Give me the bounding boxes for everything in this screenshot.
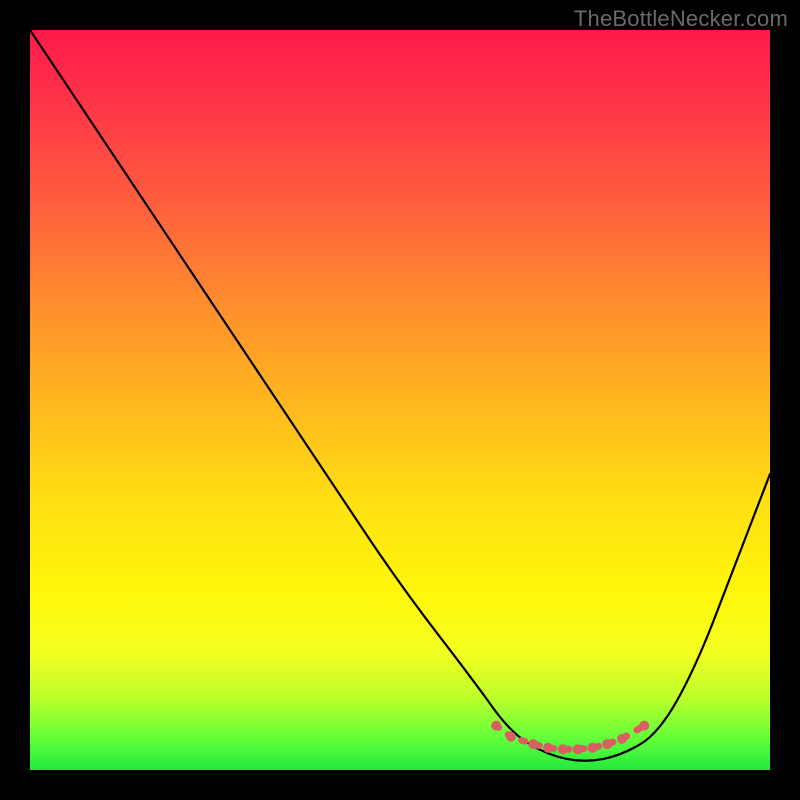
- trough-marker-dot: [639, 721, 649, 731]
- chart-frame: TheBottleNecker.com: [0, 0, 800, 800]
- trough-marker-dot: [528, 739, 538, 749]
- trough-marker-dot: [602, 739, 612, 749]
- trough-marker-dot: [573, 744, 583, 754]
- trough-marker-dot: [491, 721, 501, 731]
- trough-marker-dot: [617, 734, 627, 744]
- trough-marker-dot: [506, 732, 516, 742]
- plot-area: [30, 30, 770, 770]
- plot-svg: [30, 30, 770, 770]
- trough-marker-dot: [558, 744, 568, 754]
- trough-marker-dot: [587, 743, 597, 753]
- bottleneck-curve-path: [30, 30, 770, 761]
- trough-marker-group: [491, 721, 649, 755]
- trough-marker-dot: [543, 743, 553, 753]
- watermark-text: TheBottleNecker.com: [574, 6, 788, 32]
